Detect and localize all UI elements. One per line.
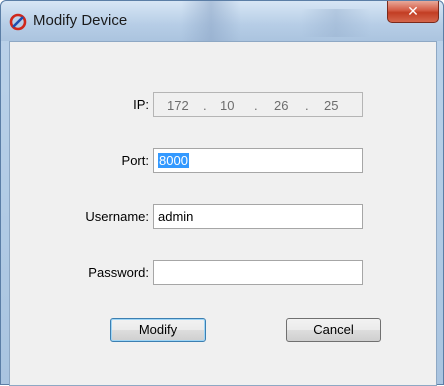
username-label: Username:: [85, 209, 149, 224]
window-title: Modify Device: [33, 12, 128, 29]
ip-octet-2: 10: [220, 98, 235, 113]
ban-slash-icon: [9, 13, 27, 31]
password-label: Password:: [88, 265, 149, 280]
modify-device-dialog: Modify Device ✕ IP: 172 . 10 . 26 . 25 P…: [0, 0, 444, 386]
cancel-button[interactable]: Cancel: [286, 318, 381, 342]
ip-octet-3: 26: [274, 98, 289, 113]
password-input[interactable]: [153, 260, 363, 285]
title-bar[interactable]: Modify Device ✕: [1, 1, 443, 41]
ip-separator: .: [305, 98, 309, 113]
port-value: 8000: [158, 153, 189, 168]
dialog-body: IP: 172 . 10 . 26 . 25 Port: 8000 Userna…: [9, 41, 437, 386]
username-input[interactable]: admin: [153, 204, 363, 229]
close-icon: ✕: [407, 3, 419, 20]
background-blur: [181, 1, 241, 41]
close-button[interactable]: ✕: [387, 1, 439, 23]
port-input[interactable]: 8000: [153, 148, 363, 173]
username-value: admin: [158, 209, 194, 224]
ip-label: IP:: [133, 97, 149, 112]
ip-octet-1: 172: [167, 98, 189, 113]
port-label: Port:: [121, 153, 149, 168]
ip-separator: .: [254, 98, 258, 113]
ip-octet-4: 25: [324, 98, 339, 113]
background-blur: [301, 9, 371, 37]
ip-separator: .: [203, 98, 207, 113]
modify-button[interactable]: Modify: [110, 318, 206, 342]
ip-address-field: 172 . 10 . 26 . 25: [153, 92, 363, 117]
